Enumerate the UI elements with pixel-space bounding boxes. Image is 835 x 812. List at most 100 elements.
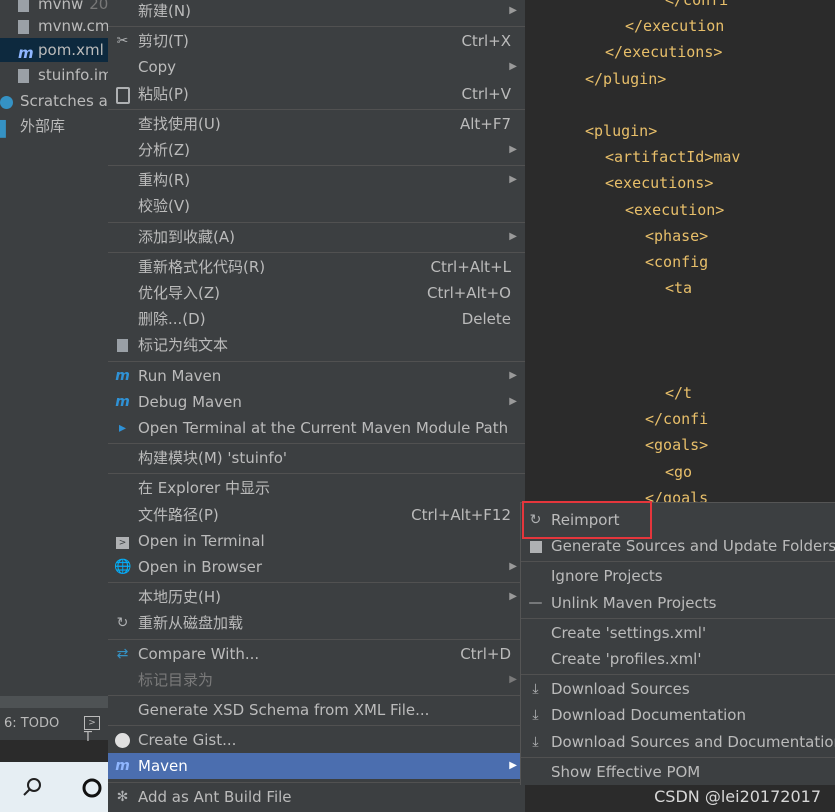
todo-tab[interactable]: 6: TODO bbox=[4, 716, 59, 731]
tree-scrollbar-area[interactable] bbox=[0, 696, 108, 708]
tree-item[interactable]: stuinfo.iml bbox=[0, 63, 108, 87]
submenu-separator bbox=[521, 756, 835, 758]
menu-item-label: Maven bbox=[138, 757, 188, 776]
menu-item-shortcut: Ctrl+Alt+O bbox=[427, 284, 511, 302]
submenu-item-create-profiles-xml[interactable]: Create 'profiles.xml' bbox=[521, 646, 835, 672]
menu-item-分析-z[interactable]: 分析(Z) ▶ bbox=[108, 137, 525, 163]
menu-separator bbox=[108, 443, 525, 445]
menu-item-run-maven[interactable]: m Run Maven ▶ bbox=[108, 363, 525, 389]
tree-item-label: Scratches and Consoles bbox=[20, 92, 108, 110]
menu-item-删除-d[interactable]: 删除...(D) Delete bbox=[108, 306, 525, 332]
submenu-item-label: Download Sources bbox=[551, 680, 690, 699]
menu-item-构建模块-m-stuinfo[interactable]: 构建模块(M) 'stuinfo' bbox=[108, 445, 525, 471]
maven-icon: m bbox=[18, 44, 34, 62]
menu-item-compare-with[interactable]: ⇄ Compare With... Ctrl+D bbox=[108, 641, 525, 667]
watermark: CSDN @lei20172017 bbox=[654, 787, 821, 806]
menu-item-generate-xsd-schema-from-xml-file[interactable]: Generate XSD Schema from XML File... bbox=[108, 697, 525, 723]
menu-item-maven[interactable]: m Maven ▶ bbox=[108, 753, 525, 780]
menu-item-重新从磁盘加载[interactable]: ↻ 重新从磁盘加载 bbox=[108, 610, 525, 636]
tree-item-label: mvnw.cmd bbox=[38, 17, 108, 35]
submenu-arrow-icon: ▶ bbox=[509, 561, 517, 572]
menu-item-重新格式化代码-r[interactable]: 重新格式化代码(R) Ctrl+Alt+L bbox=[108, 254, 525, 280]
submenu-separator bbox=[521, 674, 835, 676]
menu-separator bbox=[108, 638, 525, 640]
submenu-item-unlink-maven-projects[interactable]: — Unlink Maven Projects bbox=[521, 590, 835, 616]
menu-item-shortcut: Ctrl+Alt+F12 bbox=[411, 505, 511, 524]
submenu-item-show-effective-pom[interactable]: Show Effective POM bbox=[521, 759, 835, 785]
menu-item-本地历史-h[interactable]: 本地历史(H) ▶ bbox=[108, 584, 525, 610]
menu-item-label: Copy bbox=[138, 58, 177, 77]
menu-item-添加到收藏-a[interactable]: 添加到收藏(A) ▶ bbox=[108, 224, 525, 250]
menu-item-在-explorer-中显示[interactable]: 在 Explorer 中显示 bbox=[108, 475, 525, 501]
maven-icon: m bbox=[115, 758, 130, 775]
compare-icon: ⇄ bbox=[116, 645, 129, 662]
code-line: <goals> bbox=[645, 436, 709, 455]
menu-item-label: 优化导入(Z) bbox=[138, 284, 220, 302]
generate-sources-icon bbox=[527, 538, 544, 555]
code-line: </executions> bbox=[605, 43, 723, 62]
code-editor[interactable]: </confi </execution </executions> </plugin>… bbox=[526, 0, 835, 505]
menu-item-label: 在 Explorer 中显示 bbox=[138, 479, 270, 498]
tree-item-label: mvnw bbox=[38, 0, 84, 13]
submenu-arrow-icon: ▶ bbox=[509, 230, 517, 242]
search-icon[interactable] bbox=[22, 776, 44, 798]
ant-icon: ✻ bbox=[116, 788, 129, 805]
menu-item-label: 标记目录为 bbox=[138, 670, 214, 689]
menu-item-label: 校验(V) bbox=[138, 197, 190, 216]
menu-item-shortcut: Ctrl+Alt+L bbox=[430, 257, 512, 276]
tree-item[interactable]: m pom.xml bbox=[0, 38, 108, 62]
menu-item-label: 重构(R) bbox=[138, 171, 191, 190]
menu-item-add-as-ant-build-file[interactable]: ✻ Add as Ant Build File bbox=[108, 784, 525, 810]
menu-item-open-in-browser[interactable]: 🌐 Open in Browser ▶ bbox=[108, 554, 525, 580]
menu-item-label: 标记为纯文本 bbox=[138, 336, 229, 355]
menu-item-label: 删除...(D) bbox=[138, 310, 206, 329]
menu-item-create-gist[interactable]: Create Gist... bbox=[108, 727, 525, 753]
menu-separator bbox=[108, 221, 525, 223]
submenu-item-download-sources-and-documentation[interactable]: ⤓ Download Sources and Documentation bbox=[521, 729, 835, 755]
menu-item-copy[interactable]: Copy ▶ bbox=[108, 54, 525, 80]
menu-separator bbox=[108, 473, 525, 475]
clipboard-icon bbox=[114, 86, 131, 104]
submenu-item-label: Download Documentation bbox=[551, 706, 746, 725]
submenu-item-ignore-projects[interactable]: Ignore Projects bbox=[521, 563, 835, 589]
submenu-item-label: Create 'profiles.xml' bbox=[551, 650, 702, 668]
code-line: </confi bbox=[645, 410, 709, 429]
menu-item-shortcut: Ctrl+D bbox=[460, 644, 511, 663]
menu-item-shortcut: Ctrl+V bbox=[461, 84, 511, 103]
menu-item-粘贴-p[interactable]: 粘贴(P) Ctrl+V bbox=[108, 81, 525, 107]
tree-item[interactable]: ▌ 外部库 bbox=[0, 114, 108, 138]
plain-text-icon bbox=[114, 337, 131, 354]
menu-item-剪切-t[interactable]: ✂ 剪切(T) Ctrl+X bbox=[108, 28, 525, 54]
menu-item-label: Run Maven bbox=[138, 366, 222, 385]
submenu-item-download-sources[interactable]: ⤓ Download Sources bbox=[521, 676, 835, 702]
menu-item-label: 添加到收藏(A) bbox=[138, 227, 235, 246]
menu-item-open-terminal-at-the-current-maven-module-path[interactable]: ▸ Open Terminal at the Current Maven Modu… bbox=[108, 415, 525, 441]
menu-item-label: 重新从磁盘加载 bbox=[138, 614, 244, 633]
submenu-arrow-icon: ▶ bbox=[509, 369, 517, 381]
submenu-item-download-documentation[interactable]: ⤓ Download Documentation bbox=[521, 702, 835, 728]
menu-item-查找使用-u[interactable]: 查找使用(U) Alt+F7 bbox=[108, 111, 525, 137]
menu-item-校验-v[interactable]: 校验(V) bbox=[108, 193, 525, 219]
submenu-item-label: Ignore Projects bbox=[551, 567, 663, 586]
submenu-arrow-icon: ▶ bbox=[509, 760, 517, 772]
submenu-arrow-icon: ▶ bbox=[509, 5, 517, 16]
menu-item-open-in-terminal[interactable]: > Open in Terminal bbox=[108, 528, 525, 554]
maven-debug-icon: m bbox=[115, 393, 130, 410]
tree-item[interactable]: mvnw.cmd bbox=[0, 14, 108, 38]
menu-item-shortcut: Ctrl+X bbox=[461, 32, 511, 51]
submenu-item-create-settings-xml[interactable]: Create 'settings.xml' bbox=[521, 620, 835, 646]
menu-item-标记为纯文本[interactable]: 标记为纯文本 bbox=[108, 332, 525, 358]
menu-item-优化导入-z[interactable]: 优化导入(Z) Ctrl+Alt+O bbox=[108, 280, 525, 306]
menu-item-label: 粘贴(P) bbox=[138, 84, 189, 103]
menu-item-label: Create Gist... bbox=[138, 731, 237, 750]
menu-item-debug-maven[interactable]: m Debug Maven ▶ bbox=[108, 389, 525, 415]
menu-item-文件路径-p[interactable]: 文件路径(P) Ctrl+Alt+F12 bbox=[108, 502, 525, 528]
project-tree-panel: mvnw20mvnw.cmdmpom.xmlstuinfo.imlScratch… bbox=[0, 0, 108, 696]
cortana-icon[interactable] bbox=[80, 776, 104, 800]
terminal-tab[interactable]: > T bbox=[84, 714, 108, 745]
menu-item-label: Open in Terminal bbox=[138, 531, 265, 550]
menu-item-label: 新建(N) bbox=[138, 2, 191, 20]
tree-item[interactable]: Scratches and Consoles bbox=[0, 89, 108, 113]
menu-item-重构-r[interactable]: 重构(R) ▶ bbox=[108, 167, 525, 193]
menu-item-新建-n[interactable]: 新建(N) ▶ bbox=[108, 0, 525, 24]
